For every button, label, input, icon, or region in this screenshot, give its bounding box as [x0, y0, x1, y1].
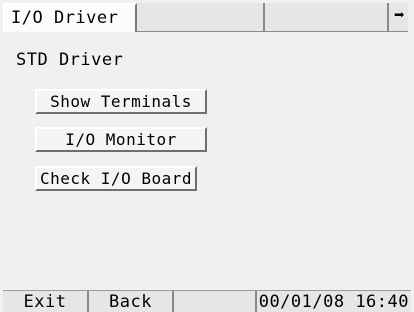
back-button[interactable]: Back: [89, 291, 174, 312]
next-tab-arrow-icon[interactable]: ➡: [389, 3, 408, 31]
exit-button[interactable]: Exit: [3, 291, 89, 312]
section-title: STD Driver: [16, 50, 124, 70]
tab-empty-2[interactable]: [265, 3, 389, 31]
bottom-bar: Exit Back 00/01/08 16:40: [3, 290, 411, 312]
tab-io-driver[interactable]: I/O Driver: [3, 3, 137, 32]
bottom-bar-blank-slot: [174, 291, 257, 312]
io-monitor-button[interactable]: I/O Monitor: [35, 127, 207, 152]
show-terminals-button[interactable]: Show Terminals: [35, 89, 207, 114]
tab-strip: I/O Driver ➡: [3, 3, 408, 32]
datetime-display: 00/01/08 16:40: [258, 292, 409, 312]
io-driver-screen: I/O Driver ➡ STD Driver Show Terminals I…: [0, 0, 414, 312]
tab-empty-1[interactable]: [137, 3, 265, 31]
check-io-board-button[interactable]: Check I/O Board: [35, 166, 197, 191]
